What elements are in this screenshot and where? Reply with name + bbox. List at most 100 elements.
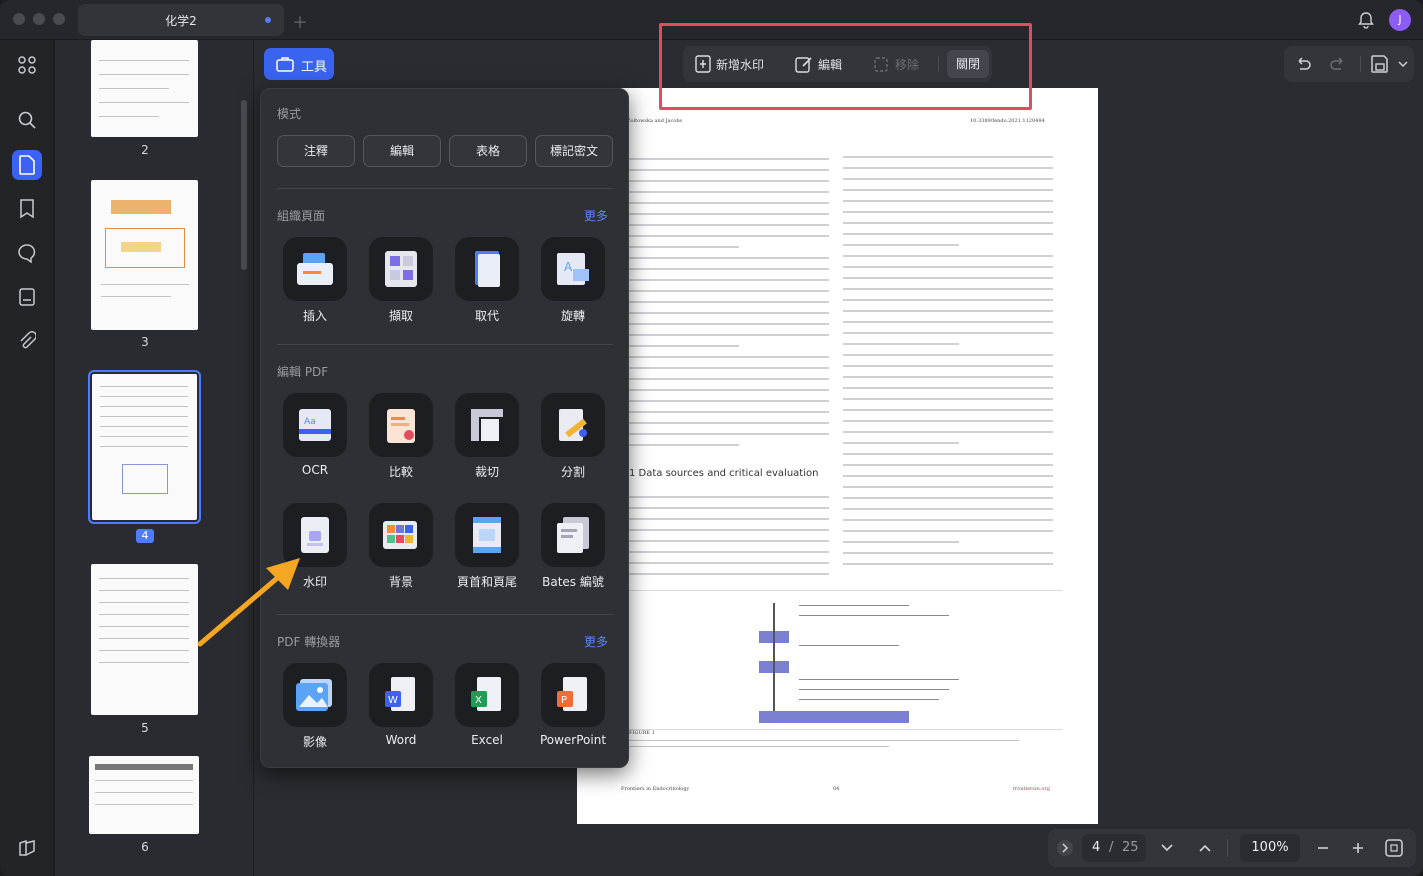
text-line	[843, 299, 1053, 301]
organize-section-title: 組織頁面	[277, 209, 326, 223]
text-line	[843, 233, 1053, 235]
thumbnail-page-5[interactable]	[91, 564, 198, 715]
text-line	[843, 288, 1053, 290]
zoom-in-icon[interactable]	[1351, 841, 1365, 855]
mode-section-title: 模式	[277, 107, 302, 121]
to-powerpoint-tile[interactable]: P	[541, 663, 605, 727]
sidebar-toggle-icon[interactable]	[14, 835, 40, 861]
text-line	[843, 552, 1053, 554]
split-label: 分割	[560, 465, 585, 479]
text-line	[629, 180, 829, 182]
fit-page-icon[interactable]	[1384, 838, 1404, 858]
text-line	[843, 464, 1053, 466]
page-input[interactable]: 4 / 25	[1082, 834, 1146, 862]
text-line	[629, 433, 829, 435]
text-line	[843, 255, 1053, 257]
text-line	[843, 332, 1053, 334]
text-line	[629, 257, 829, 259]
to-powerpoint-label: PowerPoint	[539, 733, 607, 747]
undo-icon[interactable]	[1294, 55, 1312, 73]
crop-tile[interactable]	[455, 393, 519, 457]
close-window-button[interactable]	[13, 13, 25, 25]
thumbnail-scrollbar[interactable]	[241, 100, 247, 270]
thumbnail-page-6[interactable]	[89, 756, 199, 834]
tab-title: 化学2	[165, 14, 197, 28]
stamp-icon[interactable]	[14, 284, 40, 310]
text-line	[629, 496, 829, 498]
thumbnail-page-2[interactable]	[91, 40, 198, 137]
svg-text:A: A	[564, 260, 573, 274]
svg-text:Aa: Aa	[304, 417, 316, 427]
rotate-page-tile[interactable]: A	[541, 237, 605, 301]
text-line	[629, 224, 829, 226]
bates-numbering-tile[interactable]	[541, 503, 605, 567]
text-line	[843, 156, 1053, 158]
text-line	[629, 562, 829, 564]
text-line	[843, 475, 1053, 477]
zoom-level-field[interactable]: 100%	[1240, 834, 1300, 862]
text-line	[843, 178, 1053, 180]
text-line	[843, 519, 1053, 521]
text-line	[843, 486, 1053, 488]
to-word-tile[interactable]: W	[369, 663, 433, 727]
next-page-icon[interactable]	[1160, 841, 1174, 855]
mode-annotate-button[interactable]: 注釋	[277, 135, 355, 167]
to-excel-tile[interactable]: X	[455, 663, 519, 727]
grid-apps-icon[interactable]	[14, 52, 40, 78]
pages-thumbnail-icon[interactable]	[12, 150, 42, 180]
header-footer-tile[interactable]	[455, 503, 519, 567]
compare-tile[interactable]	[369, 393, 433, 457]
text-line	[629, 444, 739, 446]
save-icon[interactable]	[1370, 54, 1390, 74]
user-avatar[interactable]: J	[1389, 9, 1411, 31]
search-icon[interactable]	[14, 107, 40, 133]
toolbar-divider	[1360, 56, 1361, 72]
organize-more-link[interactable]: 更多	[584, 207, 608, 224]
thumbnail-page-3[interactable]	[91, 180, 198, 330]
background-tile[interactable]	[369, 503, 433, 567]
replace-page-tile[interactable]	[455, 237, 519, 301]
thumbnail-page-4[interactable]	[88, 370, 201, 524]
chevron-right-icon[interactable]	[1056, 839, 1074, 857]
document-page: Zoltowska and Jacobs 10.3389/fendo.2021.…	[577, 88, 1098, 824]
to-excel-label: Excel	[471, 733, 503, 747]
comment-icon[interactable]	[14, 240, 40, 266]
thumbnail-page-number: 6	[141, 840, 149, 854]
insert-page-tile[interactable]	[283, 237, 347, 301]
zoom-window-button[interactable]	[53, 13, 65, 25]
chevron-down-icon[interactable]	[1398, 60, 1408, 68]
zoom-out-icon[interactable]	[1316, 841, 1330, 855]
redo-icon[interactable]	[1329, 55, 1347, 73]
text-line	[629, 529, 829, 531]
toolbox-icon	[276, 57, 294, 72]
page-footer-left: Frontiers in Endocrinology	[621, 786, 690, 792]
text-line	[629, 268, 829, 270]
extract-page-tile[interactable]	[369, 237, 433, 301]
excel-icon: X	[471, 677, 501, 711]
unsaved-dot-icon	[265, 17, 271, 23]
previous-page-icon[interactable]	[1198, 841, 1212, 855]
ocr-tile[interactable]: Aa	[283, 393, 347, 457]
mode-edit-button[interactable]: 編輯	[363, 135, 441, 167]
thumbnail-page-number: 4	[136, 529, 154, 543]
to-image-tile[interactable]	[283, 663, 347, 727]
thumbnail-page-number: 3	[141, 335, 149, 349]
text-line	[629, 345, 739, 347]
document-tab[interactable]: 化学2	[78, 4, 284, 36]
converter-more-link[interactable]: 更多	[584, 633, 608, 650]
tools-button[interactable]: 工具	[264, 48, 334, 80]
text-line	[629, 290, 829, 292]
notification-bell-icon[interactable]	[1357, 11, 1375, 29]
text-line	[629, 573, 829, 575]
text-line	[629, 518, 829, 520]
bookmark-icon[interactable]	[14, 196, 40, 222]
minimize-window-button[interactable]	[33, 13, 45, 25]
svg-text:W: W	[388, 695, 398, 706]
mode-redact-button[interactable]: 標記密文	[535, 135, 613, 167]
attachment-icon[interactable]	[14, 328, 40, 354]
split-tile[interactable]	[541, 393, 605, 457]
mode-form-button[interactable]: 表格	[449, 135, 527, 167]
text-line	[629, 507, 829, 509]
new-tab-button[interactable]: ＋	[292, 9, 308, 33]
watermark-icon	[301, 517, 329, 553]
